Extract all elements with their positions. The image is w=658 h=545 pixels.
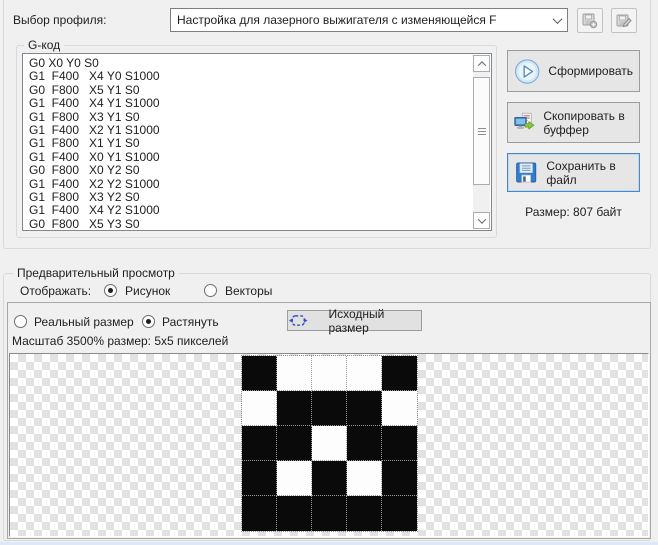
pixel-cell: [381, 461, 417, 496]
save-button-label: Сохранить в файл: [546, 158, 616, 187]
floppy-icon: [516, 162, 537, 183]
radio-stretch-label[interactable]: Растянуть: [162, 315, 219, 329]
radio-display-vectors-label[interactable]: Векторы: [225, 284, 272, 298]
radio-display-picture[interactable]: [104, 284, 117, 297]
chevron-down-icon[interactable]: [547, 9, 567, 31]
grip-icon: [477, 127, 486, 135]
pixel-cell: [241, 496, 277, 531]
floppy-edit-icon: [616, 14, 632, 27]
pixel-cell: [346, 356, 382, 391]
pixel-cell: [276, 461, 312, 496]
chevron-down-icon: [477, 214, 486, 224]
profile-label: Выбор профиля:: [13, 13, 107, 27]
pixel-cell: [311, 426, 347, 461]
pixel-cell: [276, 356, 312, 391]
pixel-cell: [276, 426, 312, 461]
pixel-cell: [241, 461, 277, 496]
pixel-cell: [276, 496, 312, 531]
save-profile-button[interactable]: [577, 8, 603, 33]
edit-profile-button[interactable]: [611, 8, 637, 33]
copy-to-clipboard-button[interactable]: Скопировать в буффер: [507, 102, 640, 143]
radio-display-vectors[interactable]: [204, 284, 217, 297]
original-size-button-label: Исходный размер: [328, 306, 385, 335]
pixel-cell: [241, 356, 277, 391]
scroll-up-button[interactable]: [473, 55, 490, 72]
floppy-plus-icon: [582, 13, 598, 28]
pixel-cell: [381, 496, 417, 531]
radio-real-size[interactable]: [14, 315, 27, 328]
save-to-file-button[interactable]: Сохранить в файл: [507, 153, 640, 192]
scroll-down-button[interactable]: [473, 212, 490, 229]
pixel-cell: [311, 391, 347, 426]
profile-select-value: Настройка для лазерного выжигателя с изм…: [177, 13, 497, 27]
copy-button-label: Скопировать в буффер: [543, 108, 625, 137]
gcode-text[interactable]: G0 X0 Y0 S0 G1 F400 X4 Y0 S1000 G0 F800 …: [29, 57, 471, 228]
pixel-cell: [241, 426, 277, 461]
pixel-cell: [346, 496, 382, 531]
fit-selection-icon: [288, 314, 308, 326]
preview-canvas: [9, 353, 649, 537]
original-size-button[interactable]: Исходный размер: [287, 307, 422, 335]
pixel-cell: [311, 356, 347, 391]
pixel-cell: [346, 426, 382, 461]
gcode-size-text: Размер: 807 байт: [525, 205, 622, 219]
pixel-cell: [381, 426, 417, 461]
pixel-cell: [311, 496, 347, 531]
pixel-cell: [311, 461, 347, 496]
gcode-scrollbar[interactable]: [473, 55, 490, 229]
profile-select[interactable]: Настройка для лазерного выжигателя с изм…: [170, 8, 568, 32]
radio-real-size-label[interactable]: Реальный размер: [34, 315, 134, 329]
generate-button[interactable]: Сформировать: [507, 50, 640, 92]
pixel-grid: [240, 355, 418, 532]
preview-group-title: Предварительный просмотр: [13, 266, 179, 280]
display-mode-label: Отображать:: [20, 284, 92, 298]
gcode-generator-window: Выбор профиля: Настройка для лазерного в…: [0, 0, 658, 545]
pixel-cell: [381, 391, 417, 426]
pixel-cell: [346, 391, 382, 426]
radio-stretch[interactable]: [142, 315, 155, 328]
scale-info-text: Масштаб 3500% размер: 5x5 пикселей: [12, 334, 229, 348]
copy-to-clipboard-icon: [514, 112, 535, 130]
pixel-cell: [381, 356, 417, 391]
pixel-cell: [241, 391, 277, 426]
scrollbar-thumb[interactable]: [473, 77, 490, 185]
gcode-textarea[interactable]: G0 X0 Y0 S0 G1 F400 X4 Y0 S1000 G0 F800 …: [22, 53, 492, 231]
radio-display-picture-label[interactable]: Рисунок: [125, 284, 170, 298]
pixel-cell: [276, 391, 312, 426]
play-icon: [515, 58, 540, 84]
chevron-up-icon: [477, 60, 486, 70]
generate-button-label: Сформировать: [548, 64, 633, 78]
pixel-cell: [346, 461, 382, 496]
gcode-group-title: G-код: [24, 38, 65, 52]
